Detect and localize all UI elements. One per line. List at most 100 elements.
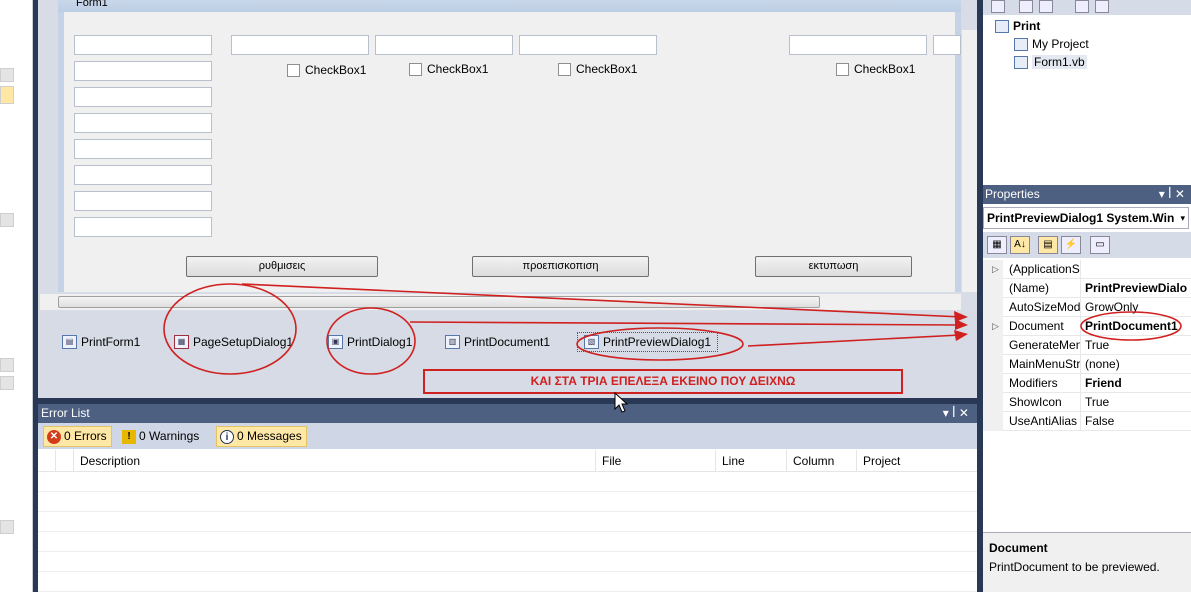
- property-value[interactable]: Friend: [1085, 374, 1191, 393]
- left-toolbox-strip: [0, 0, 33, 592]
- events-icon[interactable]: ⚡: [1061, 236, 1081, 254]
- errors-filter-button[interactable]: ✕ 0 Errors: [43, 426, 112, 447]
- property-row[interactable]: AutoSizeMod GrowOnly: [983, 298, 1191, 317]
- component-printdocument1[interactable]: ▥ PrintDocument1: [445, 335, 550, 349]
- tree-item-project[interactable]: Print: [995, 19, 1040, 33]
- properties-icon[interactable]: [991, 0, 1005, 13]
- solution-explorer-toolbar: [983, 0, 1191, 15]
- show-all-files-icon[interactable]: [1019, 0, 1033, 13]
- component-pagesetupdialog1[interactable]: ▦ PageSetupDialog1: [174, 335, 293, 349]
- error-list-title: Error List ▾ ꟾ ✕: [38, 404, 977, 423]
- checkbox1[interactable]: CheckBox1: [558, 62, 637, 76]
- property-value[interactable]: GrowOnly: [1085, 298, 1191, 317]
- property-value[interactable]: True: [1085, 336, 1191, 355]
- property-row[interactable]: ▷ Document PrintDocument1: [983, 317, 1191, 336]
- project-label: Print: [1013, 19, 1041, 33]
- expand-icon[interactable]: ▷: [992, 260, 999, 279]
- table-row: [38, 492, 977, 512]
- property-row[interactable]: GenerateMen True: [983, 336, 1191, 355]
- checkbox1[interactable]: CheckBox1: [287, 63, 366, 77]
- alphabetical-icon[interactable]: A↓: [1010, 236, 1030, 254]
- object-selector[interactable]: PrintPreviewDialog1 System.Win ▾: [983, 207, 1189, 229]
- textbox[interactable]: [74, 87, 212, 107]
- component-printform1[interactable]: ▤ PrintForm1: [62, 335, 140, 349]
- property-row[interactable]: Modifiers Friend: [983, 374, 1191, 393]
- settings-button[interactable]: ρυθμισεις: [186, 256, 378, 277]
- expand-icon[interactable]: ▷: [992, 317, 999, 336]
- my-project-icon: [1014, 37, 1028, 51]
- designer-vertical-scrollbar[interactable]: [961, 30, 977, 292]
- property-name: (Name): [1009, 279, 1081, 298]
- panel-controls-icon[interactable]: ▾ ꟾ ✕: [1159, 185, 1185, 204]
- error-list-header: Description File Line Column Project: [38, 450, 977, 472]
- component-label: PageSetupDialog1: [193, 335, 294, 349]
- warnings-filter-button[interactable]: ! 0 Warnings: [118, 426, 205, 447]
- textbox[interactable]: [74, 113, 212, 133]
- textbox[interactable]: [933, 35, 961, 55]
- toolbox-tab[interactable]: [0, 376, 14, 390]
- tree-item-label: My Project: [1032, 37, 1089, 51]
- property-row[interactable]: (Name) PrintPreviewDialo: [983, 279, 1191, 298]
- checkbox1[interactable]: CheckBox1: [409, 62, 488, 76]
- properties-title-text: Properties: [985, 187, 1040, 201]
- view-designer-icon[interactable]: [1095, 0, 1109, 13]
- property-value[interactable]: False: [1085, 412, 1191, 431]
- toolbox-tab[interactable]: [0, 358, 14, 372]
- checkbox-label: CheckBox1: [576, 62, 638, 76]
- property-value[interactable]: True: [1085, 393, 1191, 412]
- properties-view-icon[interactable]: ▤: [1038, 236, 1058, 254]
- horizontal-scroll-thumb[interactable]: [58, 296, 820, 308]
- textbox[interactable]: [74, 165, 212, 185]
- property-row[interactable]: ShowIcon True: [983, 393, 1191, 412]
- column-description[interactable]: Description: [74, 450, 596, 472]
- textbox[interactable]: [74, 61, 212, 81]
- textbox[interactable]: [74, 139, 212, 159]
- messages-filter-button[interactable]: i0 Messages: [216, 426, 307, 447]
- column-file[interactable]: File: [596, 450, 716, 472]
- preview-button[interactable]: προεπισκοπιση: [472, 256, 649, 277]
- textbox[interactable]: [74, 191, 212, 211]
- checkbox-box[interactable]: [409, 62, 422, 76]
- tree-item-my-project[interactable]: My Project: [1014, 37, 1089, 51]
- tree-item-form1[interactable]: Form1.vb: [1014, 55, 1087, 69]
- property-description: Document PrintDocument to be previewed.: [983, 532, 1191, 592]
- toolbox-tab[interactable]: [0, 68, 14, 82]
- property-value[interactable]: PrintDocument1: [1085, 317, 1191, 336]
- toolbox-tab[interactable]: [0, 213, 14, 227]
- column-project[interactable]: Project: [857, 450, 977, 472]
- property-row[interactable]: MainMenuStr (none): [983, 355, 1191, 374]
- property-row[interactable]: ▷ (ApplicationS: [983, 260, 1191, 279]
- chevron-down-icon[interactable]: ▾: [1180, 208, 1185, 228]
- print-button[interactable]: εκτυπωση: [755, 256, 912, 277]
- description-text: PrintDocument to be previewed.: [989, 560, 1160, 574]
- property-pages-icon[interactable]: ▭: [1090, 236, 1110, 254]
- property-name: GenerateMen: [1009, 336, 1081, 355]
- textbox[interactable]: [74, 217, 212, 237]
- checkbox1[interactable]: CheckBox1: [836, 62, 915, 76]
- panel-controls-icon[interactable]: ▾ ꟾ ✕: [943, 404, 969, 423]
- column-line[interactable]: Line: [716, 450, 787, 472]
- categorized-icon[interactable]: ▦: [987, 236, 1007, 254]
- component-printpreviewdialog1[interactable]: ▧ PrintPreviewDialog1: [577, 332, 719, 352]
- toolbox-tab[interactable]: [0, 520, 14, 534]
- component-printdialog1[interactable]: ▣ PrintDialog1: [328, 335, 412, 349]
- textbox[interactable]: [74, 35, 212, 55]
- textbox[interactable]: [789, 35, 927, 55]
- properties-title: Properties ▾ ꟾ ✕: [983, 185, 1191, 204]
- view-code-icon[interactable]: [1075, 0, 1089, 13]
- component-label: PrintDialog1: [347, 335, 413, 349]
- property-value[interactable]: (none): [1085, 355, 1191, 374]
- toolbox-tab-active[interactable]: [0, 86, 14, 104]
- refresh-icon[interactable]: [1039, 0, 1053, 13]
- property-name: MainMenuStr: [1009, 355, 1081, 374]
- property-value[interactable]: PrintPreviewDialo: [1085, 279, 1191, 298]
- checkbox-box[interactable]: [287, 63, 300, 77]
- annotation-banner: ΚΑΙ ΣΤΑ ΤΡΙΑ ΕΠΕΛΕΞΑ ΕΚΕΙΝΟ ΠΟΥ ΔΕΙΧΝΩ: [423, 369, 903, 394]
- textbox[interactable]: [519, 35, 657, 55]
- property-row[interactable]: UseAntiAlias False: [983, 412, 1191, 431]
- checkbox-box[interactable]: [836, 62, 849, 76]
- textbox[interactable]: [231, 35, 369, 55]
- column-column[interactable]: Column: [787, 450, 857, 472]
- textbox[interactable]: [375, 35, 513, 55]
- checkbox-box[interactable]: [558, 62, 571, 76]
